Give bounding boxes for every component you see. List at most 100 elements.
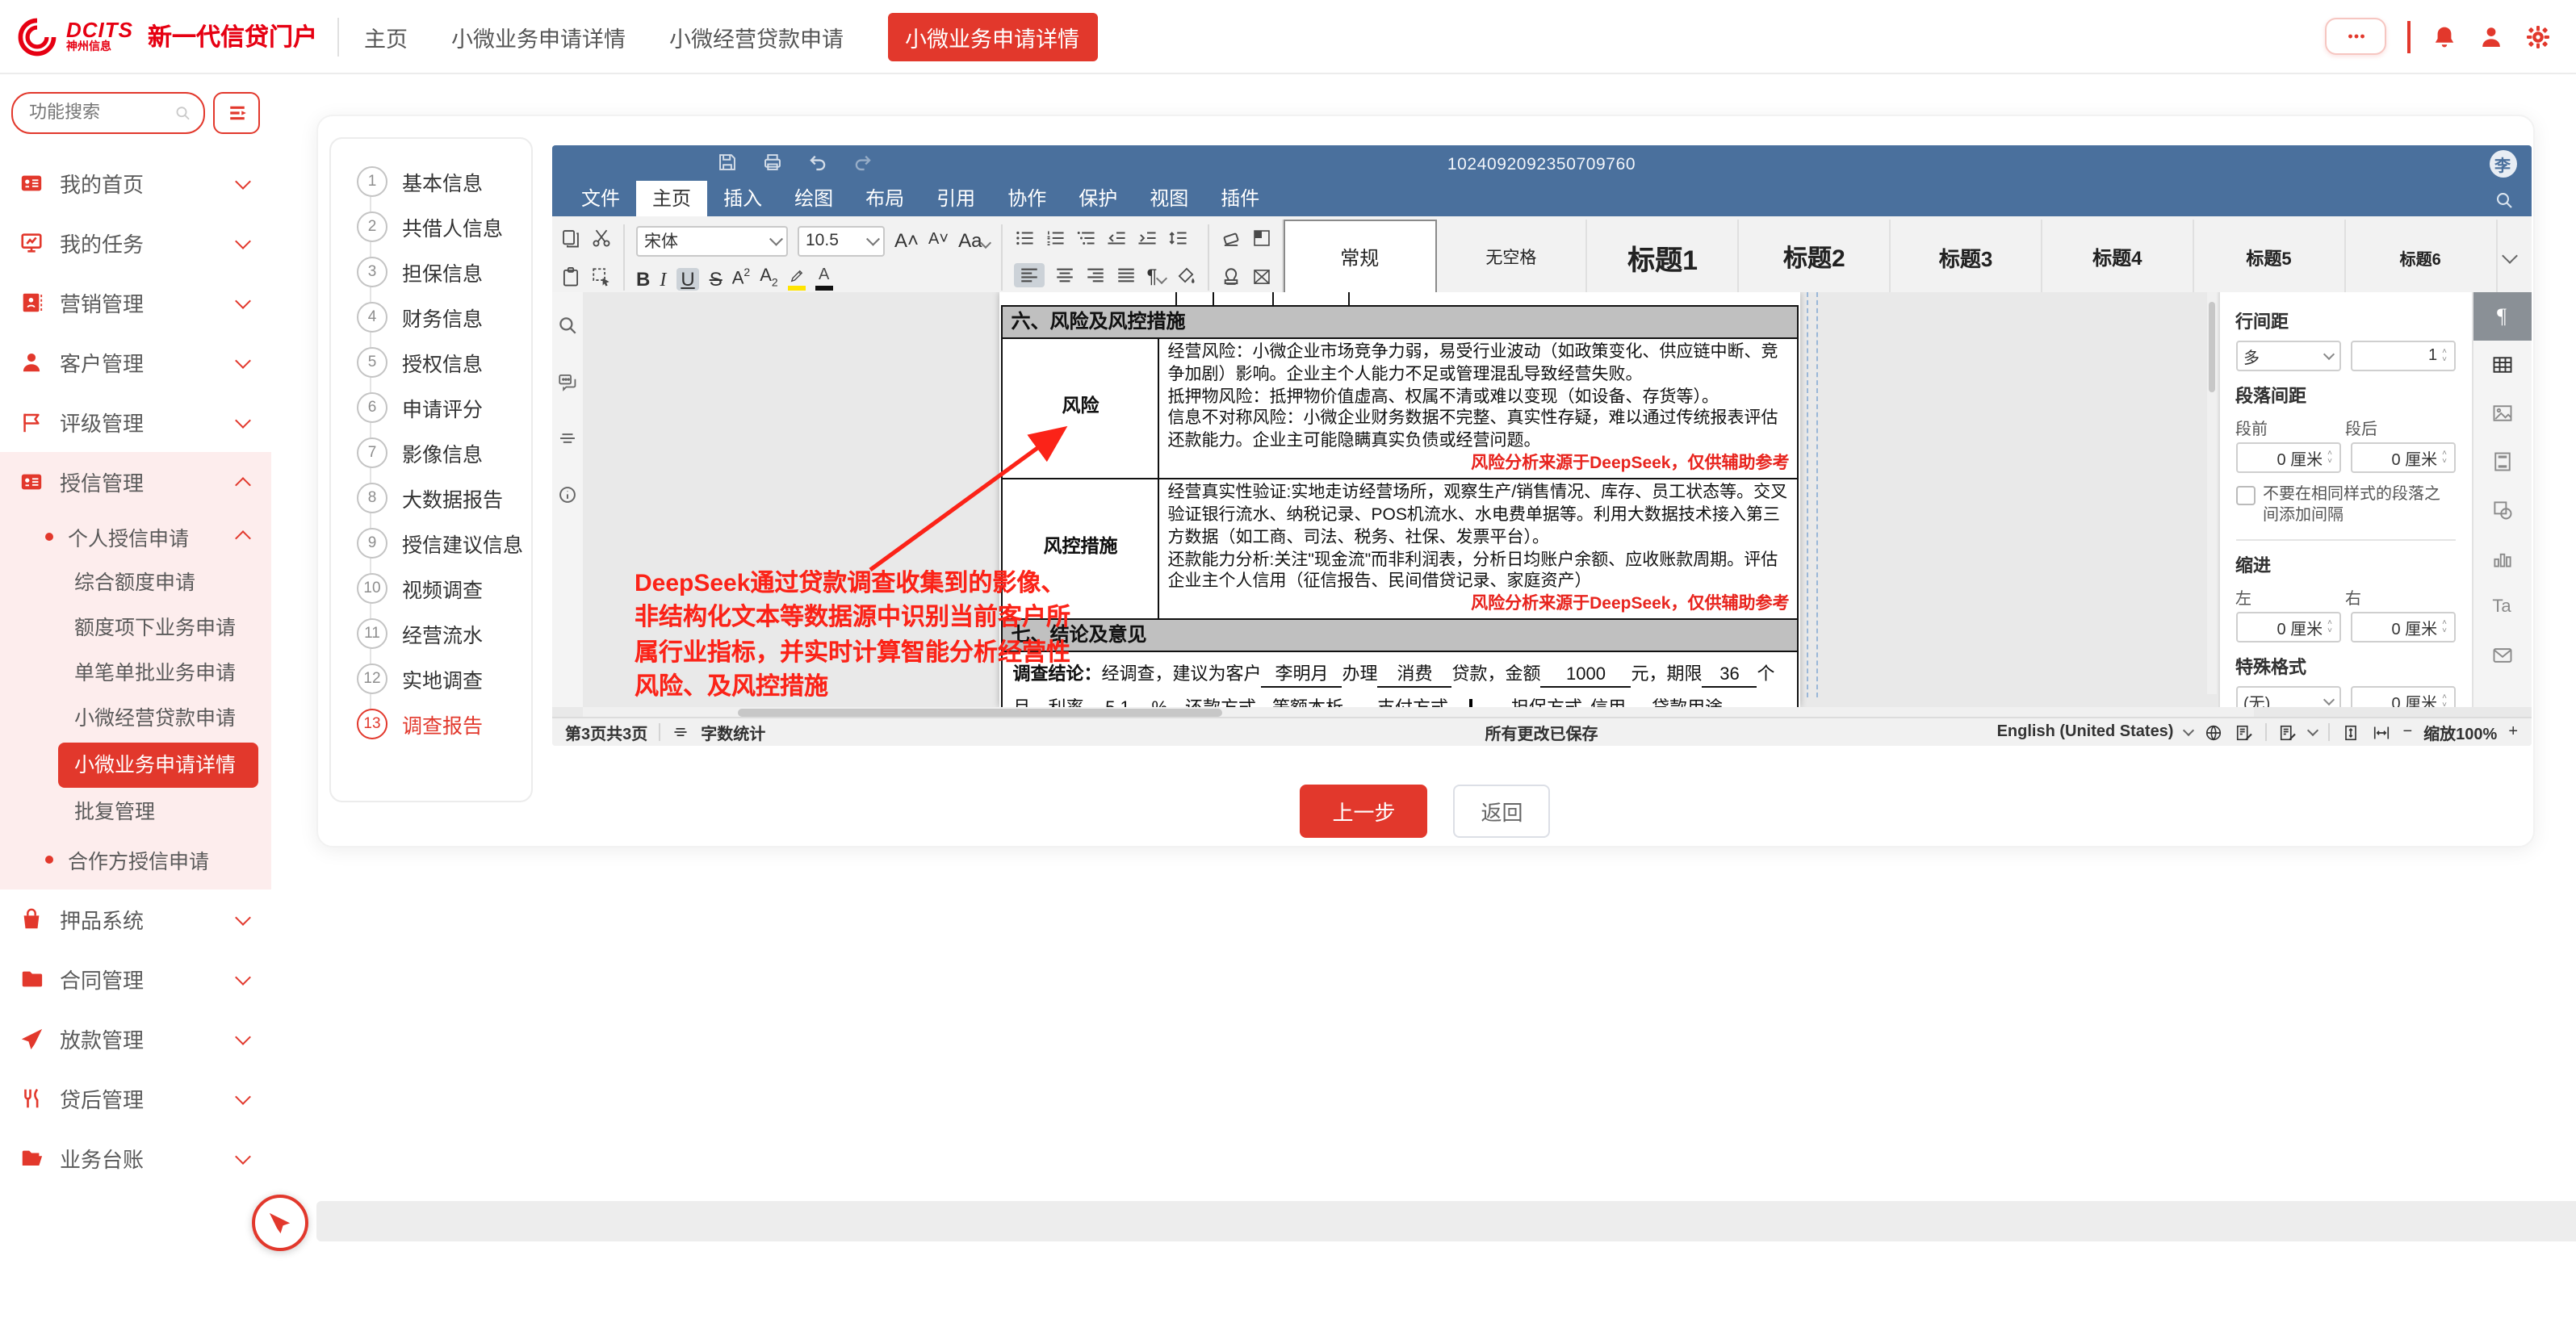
editor-menu-tab[interactable]: 绘图 xyxy=(778,181,849,216)
sidebar-item[interactable]: 客户管理 xyxy=(0,333,271,392)
special-format-stepper[interactable]: 0 厘米˄˅ xyxy=(2350,686,2455,707)
sidebar-collapse-button[interactable] xyxy=(213,92,260,134)
font-color-button[interactable]: A xyxy=(815,267,833,290)
editor-menu-tab[interactable]: 插入 xyxy=(707,181,778,216)
line-spacing-stepper[interactable]: 1˄˅ xyxy=(2350,341,2455,371)
document-canvas[interactable]: 六、风险及风控措施 风险 经营风险：小微企业市场竞争力弱，易受行业波动（如政策变… xyxy=(583,292,2218,707)
style-normal[interactable]: 常规 xyxy=(1283,220,1436,295)
wizard-step[interactable]: 6 申请评分 xyxy=(331,384,531,429)
indent-left-stepper[interactable]: 0 厘米˄˅ xyxy=(2235,612,2340,642)
field-guarantee-method[interactable]: 信用 xyxy=(1582,699,1634,707)
top-tab[interactable]: 小微业务申请详情 xyxy=(451,20,626,52)
field-customer-name[interactable]: 李明月 xyxy=(1262,665,1342,688)
editor-menu-tab[interactable]: 保护 xyxy=(1062,181,1133,216)
bullet-list-icon[interactable] xyxy=(1014,228,1035,249)
numbered-list-icon[interactable] xyxy=(1045,228,1066,249)
style-gallery-more-button[interactable] xyxy=(2497,220,2523,295)
info-icon[interactable] xyxy=(557,484,578,505)
language-globe-icon[interactable] xyxy=(2204,722,2223,742)
language-selector[interactable]: English (United States) xyxy=(1997,723,2174,741)
find-icon[interactable] xyxy=(557,315,578,336)
font-size-select[interactable]: 10.5 xyxy=(798,225,885,256)
change-case-icon[interactable]: Aa xyxy=(958,231,990,250)
style-heading3[interactable]: 标题3 xyxy=(1891,220,2042,295)
sidebar-subparent-personal-credit[interactable]: 个人授信申请 xyxy=(0,512,271,560)
field-rate[interactable]: 5.1 xyxy=(1084,699,1152,707)
field-amount[interactable]: 1000 xyxy=(1541,665,1631,688)
wizard-step[interactable]: 1 基本信息 xyxy=(331,158,531,203)
sidebar-item[interactable]: 合同管理 xyxy=(0,949,271,1009)
text-frame-icon[interactable] xyxy=(1250,266,1271,287)
top-tab[interactable]: 小微经营贷款申请 xyxy=(669,20,844,52)
sidebar-subitem[interactable]: 单笔单批业务申请 xyxy=(0,651,271,696)
sidebar-subitem[interactable]: 小微业务申请详情 xyxy=(58,743,258,788)
return-button[interactable]: 返回 xyxy=(1454,785,1551,838)
wizard-step[interactable]: 7 影像信息 xyxy=(331,429,531,475)
paragraph-mark-button[interactable]: ¶ xyxy=(1146,266,1165,286)
increase-indent-icon[interactable] xyxy=(1137,228,1158,249)
wizard-step[interactable]: 8 大数据报告 xyxy=(331,475,531,520)
vertical-scrollbar[interactable] xyxy=(2206,292,2216,694)
strikethrough-button[interactable]: S xyxy=(710,269,723,288)
special-format-select[interactable]: (无) xyxy=(2235,686,2340,707)
sidebar-item[interactable]: 我的首页 xyxy=(0,153,271,213)
style-heading6[interactable]: 标题6 xyxy=(2345,220,2497,295)
zoom-level[interactable]: 缩放100% xyxy=(2423,720,2497,744)
zoom-in-button[interactable]: + xyxy=(2508,723,2518,741)
comments-icon[interactable] xyxy=(557,371,578,392)
sidebar-search-input[interactable] xyxy=(26,102,174,124)
style-heading4[interactable]: 标题4 xyxy=(2042,220,2194,295)
same-style-spacing-checkbox[interactable]: 不要在相同样式的段落之间添加间隔 xyxy=(2235,484,2455,526)
editor-menu-tab[interactable]: 主页 xyxy=(636,181,707,216)
decrease-indent-icon[interactable] xyxy=(1106,228,1127,249)
wizard-step[interactable]: 4 财务信息 xyxy=(331,294,531,339)
editor-menu-tab[interactable]: 视图 xyxy=(1133,181,1204,216)
align-center-icon[interactable] xyxy=(1054,266,1075,287)
paste-icon[interactable] xyxy=(560,266,581,287)
sidebar-item[interactable]: 贷后管理 xyxy=(0,1069,271,1128)
notifications-bell-icon[interactable] xyxy=(2431,23,2457,49)
mail-merge-panel-tab[interactable] xyxy=(2473,631,2531,680)
top-tab[interactable]: 主页 xyxy=(364,20,408,52)
table-panel-tab[interactable] xyxy=(2473,341,2531,389)
style-heading5[interactable]: 标题5 xyxy=(2194,220,2346,295)
image-panel-tab[interactable] xyxy=(2473,389,2531,437)
format-stamp-icon[interactable] xyxy=(1220,266,1241,287)
shapes-panel-tab[interactable] xyxy=(2473,486,2531,534)
line-spacing-icon[interactable] xyxy=(1167,228,1188,249)
sidebar-item[interactable]: 放款管理 xyxy=(0,1009,271,1069)
zoom-out-button[interactable]: − xyxy=(2402,723,2412,741)
navigation-outline-icon[interactable] xyxy=(557,428,578,449)
user-profile-icon[interactable] xyxy=(2478,23,2503,49)
chart-panel-tab[interactable] xyxy=(2473,534,2531,583)
justify-icon[interactable] xyxy=(1116,266,1137,287)
style-heading1[interactable]: 标题1 xyxy=(1588,220,1740,295)
sidebar-item[interactable]: 评级管理 xyxy=(0,392,271,452)
floating-send-button[interactable] xyxy=(252,1195,308,1251)
select-icon[interactable] xyxy=(591,266,612,287)
document-page[interactable]: 六、风险及风控措施 风险 经营风险：小微企业市场竞争力弱，易受行业波动（如政策变… xyxy=(1000,292,1801,707)
settings-gear-icon[interactable] xyxy=(2524,23,2550,49)
sidebar-subitem[interactable]: 批复管理 xyxy=(0,789,271,835)
sidebar-subitem[interactable]: 综合额度申请 xyxy=(0,560,271,605)
underline-button[interactable]: U xyxy=(676,267,699,290)
increase-font-icon[interactable]: A˄ xyxy=(894,231,919,250)
text-art-panel-tab[interactable]: Ta xyxy=(2473,583,2531,631)
wizard-step[interactable]: 10 视频调查 xyxy=(331,565,531,610)
cut-icon[interactable] xyxy=(591,228,612,249)
spacing-after-stepper[interactable]: 0 厘米˄˅ xyxy=(2350,442,2455,473)
fit-width-icon[interactable] xyxy=(2372,722,2391,742)
editor-menu-tab[interactable]: 布局 xyxy=(849,181,920,216)
wizard-step[interactable]: 3 担保信息 xyxy=(331,249,531,294)
editor-search-icon[interactable] xyxy=(2494,190,2513,210)
paragraph-panel-tab[interactable]: ¶ xyxy=(2473,292,2531,341)
fit-page-icon[interactable] xyxy=(2341,722,2360,742)
subscript-button[interactable]: A2 xyxy=(760,268,778,289)
sidebar-item[interactable]: 押品系统 xyxy=(0,889,271,949)
previous-step-button[interactable]: 上一步 xyxy=(1300,785,1427,838)
checkbox[interactable] xyxy=(2235,486,2255,505)
sidebar-item-credit-management[interactable]: 授信管理 xyxy=(0,452,271,512)
fill-color-icon[interactable] xyxy=(1175,266,1196,287)
sidebar-item[interactable]: 营销管理 xyxy=(0,273,271,333)
field-payment-method[interactable] xyxy=(1448,699,1493,707)
